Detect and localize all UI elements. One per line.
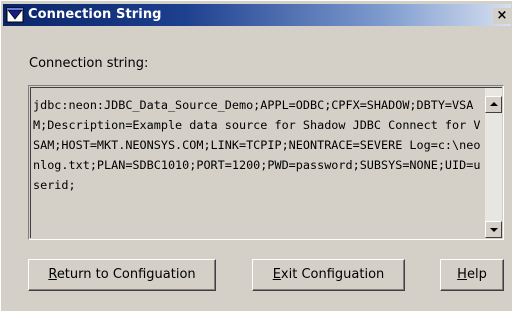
help-button[interactable]: Help — [440, 259, 504, 291]
close-button[interactable]: × — [493, 8, 511, 24]
return-mnemonic: R — [48, 267, 57, 282]
connection-string-dialog: Connection String × Connection string: j… — [0, 0, 512, 311]
connection-string-label: Connection string: — [29, 56, 149, 71]
return-to-configuration-button[interactable]: Return to Configuation — [28, 259, 216, 291]
return-label-rest: eturn to Configuation — [56, 267, 196, 282]
window-title: Connection String — [28, 7, 162, 22]
exit-label-rest: xit Configuation — [280, 267, 385, 282]
window-app-icon — [6, 7, 24, 23]
connection-string-textarea[interactable]: jdbc:neon:JDBC_Data_Source_Demo;APPL=ODB… — [28, 85, 504, 240]
help-mnemonic: H — [457, 267, 467, 282]
title-bar[interactable]: Connection String × — [3, 4, 511, 26]
vertical-scrollbar[interactable] — [485, 88, 502, 238]
arrow-down-icon — [490, 228, 498, 232]
connection-string-value[interactable]: jdbc:neon:JDBC_Data_Source_Demo;APPL=ODB… — [33, 95, 483, 195]
exit-mnemonic: E — [272, 267, 281, 282]
scroll-up-button[interactable] — [485, 96, 502, 113]
scroll-down-button[interactable] — [485, 221, 502, 238]
arrow-up-icon — [490, 102, 498, 106]
exit-configuration-button[interactable]: Exit Configuation — [252, 259, 405, 291]
help-label-rest: elp — [466, 267, 487, 282]
